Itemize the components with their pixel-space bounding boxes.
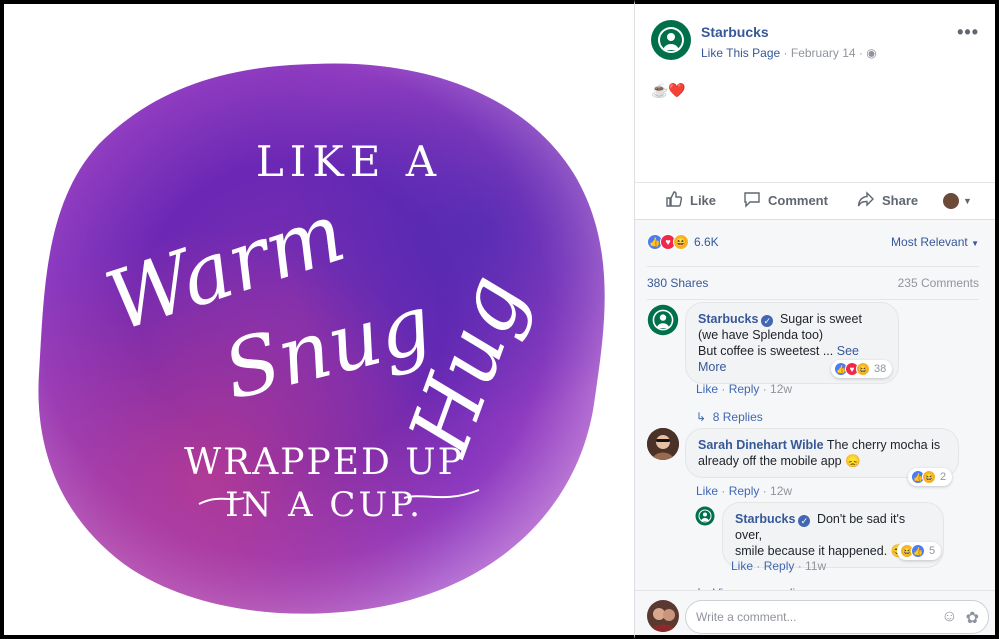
verified-badge-icon: ✓: [761, 315, 774, 327]
haha-reaction-icon: 😆: [673, 234, 689, 250]
sarah-avatar[interactable]: [647, 428, 679, 460]
replies-count: 8 Replies: [712, 410, 763, 424]
shares-comments-row: 380 Shares 235 Comments: [647, 266, 979, 300]
comment-text-line2: smile because it happened.: [735, 544, 888, 558]
post-meta: Like This Page · February 14 · ◉: [701, 46, 877, 60]
comment-actions: Like · Reply · 12w: [696, 484, 793, 498]
starbucks-avatar[interactable]: [695, 506, 715, 526]
reactions-count: 6.6K: [694, 235, 719, 249]
meta-separator: ·: [783, 46, 788, 60]
starbucks-avatar[interactable]: [647, 304, 679, 336]
commenter-name[interactable]: Starbucks: [735, 512, 795, 526]
globe-icon: ◉: [866, 46, 877, 60]
sticker-icon[interactable]: ✿: [966, 608, 979, 628]
photo-line-like-a: LIKE A: [256, 137, 442, 186]
comment-age[interactable]: 12w: [770, 382, 792, 396]
post-date[interactable]: February 14: [791, 46, 856, 60]
feedback-section: 👍 ♥ 😆 6.6K Most Relevant ▼ 380 Shares 23…: [635, 219, 995, 635]
comment-label: Comment: [768, 193, 828, 208]
like-label: Like: [690, 193, 717, 208]
share-button[interactable]: Share: [857, 190, 918, 211]
like-reaction-icon: 👍: [911, 544, 925, 558]
photo-line-wrapped-up: WRAPPED UP: [184, 442, 464, 483]
comment-bubble-icon: [743, 190, 761, 211]
haha-reaction-icon: 😆: [922, 470, 936, 484]
viewer-avatar: [943, 192, 959, 209]
comment-actions: Like · Reply · 11w: [731, 559, 827, 573]
comment-reaction-count: 2: [940, 471, 947, 483]
starbucks-logo-avatar[interactable]: [651, 20, 691, 60]
comment-composer: Write a comment... ☺ ✿: [635, 590, 995, 635]
comment-age[interactable]: 12w: [770, 484, 792, 498]
comment-sort-dropdown[interactable]: Most Relevant ▼: [891, 235, 979, 249]
reply-arrow-icon: ↳: [696, 410, 707, 424]
comment-reactions[interactable]: 😆 👍 5: [897, 542, 942, 560]
comment-like-link[interactable]: Like: [696, 484, 718, 498]
comment-like-link[interactable]: Like: [731, 559, 753, 573]
comment-button[interactable]: Comment: [743, 190, 828, 211]
comment-text-line2: already off the mobile app: [698, 454, 842, 468]
post-as-selector[interactable]: ▼: [943, 192, 972, 209]
share-label: Share: [882, 193, 919, 208]
comment-text-line3: But coffee is sweetest ...: [698, 344, 834, 358]
composer-icons: ☺ ✿: [941, 608, 979, 628]
chevron-down-icon: ▼: [963, 195, 972, 206]
post-actions: Like Comment Share ▼: [635, 182, 995, 218]
viewer-avatar: [647, 600, 679, 632]
more-options-icon[interactable]: •••: [957, 22, 979, 43]
view-replies-link[interactable]: ↳ 8 Replies: [696, 410, 763, 424]
photo-line-in-a-cup: IN A CUP.: [225, 485, 423, 525]
like-button[interactable]: Like: [665, 190, 716, 211]
comment-reply-link[interactable]: Reply: [729, 484, 760, 498]
comment-reactions[interactable]: 👍 ♥ 😆 38: [831, 360, 893, 378]
comment-reaction-count: 5: [929, 545, 936, 557]
comment-like-link[interactable]: Like: [696, 382, 718, 396]
comment-text-line2: (we have Splenda too): [698, 328, 824, 342]
comment-reactions[interactable]: 👍 😆 2: [908, 468, 953, 486]
share-arrow-icon: [857, 190, 875, 211]
shares-link[interactable]: 380 Shares: [647, 276, 708, 290]
reactions-summary[interactable]: 👍 ♥ 😆 6.6K: [647, 234, 719, 250]
comment-reaction-count: 38: [874, 363, 887, 375]
post-header: Starbucks Like This Page · February 14 ·…: [635, 4, 995, 76]
comment-input-placeholder: Write a comment...: [696, 610, 797, 624]
page-name-link[interactable]: Starbucks: [701, 24, 769, 40]
like-this-page-link[interactable]: Like This Page: [701, 46, 780, 60]
comment-actions: Like · Reply · 12w: [696, 382, 793, 396]
post-text: ☕❤️: [651, 82, 686, 98]
comment-text-line1: The cherry mocha is: [826, 438, 941, 452]
verified-badge-icon: ✓: [798, 515, 811, 527]
meta-separator-2: ·: [858, 46, 863, 60]
thumbs-up-icon: [665, 190, 683, 211]
sad-emoji: 😞: [845, 454, 861, 468]
post-sidebar: Starbucks Like This Page · February 14 ·…: [634, 0, 999, 639]
emoji-picker-icon[interactable]: ☺: [941, 608, 957, 628]
post-photo[interactable]: LIKE A Warm Snug Hug WRAPPED UP IN A CUP…: [0, 0, 634, 639]
sort-label: Most Relevant: [891, 235, 968, 249]
commenter-name[interactable]: Starbucks: [698, 312, 758, 326]
comment-reply-link[interactable]: Reply: [764, 559, 795, 573]
watercolor-artwork: LIKE A Warm Snug Hug WRAPPED UP IN A CUP…: [38, 63, 605, 614]
comment-text-line1: Sugar is sweet: [779, 312, 862, 326]
comments-count-link[interactable]: 235 Comments: [898, 276, 979, 290]
commenter-name[interactable]: Sarah Dinehart Wible: [698, 438, 824, 452]
comment-reply-link[interactable]: Reply: [729, 382, 760, 396]
comment-age[interactable]: 11w: [805, 559, 826, 573]
haha-reaction-icon: 😆: [856, 362, 870, 376]
caret-down-icon: ▼: [971, 239, 979, 248]
